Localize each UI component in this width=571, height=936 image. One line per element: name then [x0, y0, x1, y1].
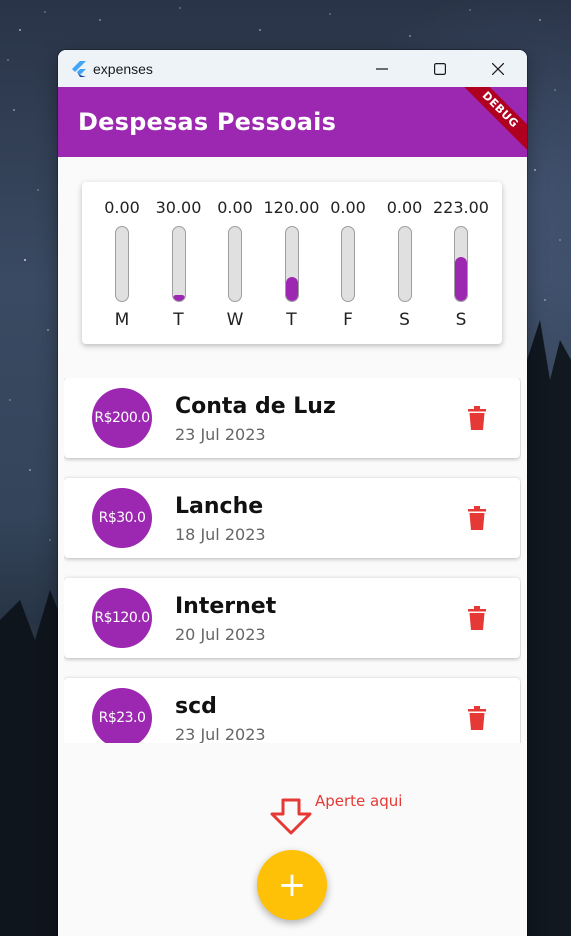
transaction-card: R$23.0 scd 23 Jul 2023: [64, 678, 520, 743]
add-transaction-button[interactable]: +: [257, 850, 327, 920]
chart-bar: [455, 256, 467, 301]
chart-bar-track: [341, 226, 355, 302]
chart-bar-track: [115, 226, 129, 302]
transaction-card: R$200.0 Conta de Luz 23 Jul 2023: [64, 378, 520, 458]
chart-value-label: 0.00: [386, 198, 423, 217]
transaction-title: Lanche: [175, 494, 264, 519]
transaction-value-avatar: R$200.0: [92, 388, 152, 448]
chart-bar-column: 120.00 T: [262, 198, 322, 330]
chart-value-label: 223.00: [433, 198, 489, 217]
chart-value-label: 0.00: [217, 198, 253, 217]
transaction-value-avatar: R$120.0: [92, 588, 152, 648]
chart-bar-column: 30.00 T: [149, 198, 209, 330]
delete-transaction-button[interactable]: [468, 406, 486, 430]
delete-transaction-button[interactable]: [468, 706, 486, 730]
transaction-value-avatar: R$23.0: [92, 688, 152, 743]
transaction-title: Internet: [175, 594, 277, 619]
chart-bar-column: 0.00 W: [205, 198, 265, 330]
chart-bar-column: 0.00 F: [318, 198, 378, 330]
chart-bar-column: 0.00 S: [375, 198, 435, 330]
chart-day-label: T: [286, 310, 297, 330]
transaction-value-avatar: R$30.0: [92, 488, 152, 548]
flutter-logo-icon: [72, 60, 86, 77]
minimize-icon: [376, 67, 388, 70]
close-icon: [492, 62, 504, 75]
chart-bar: [172, 295, 185, 301]
chart-day-label: M: [114, 310, 130, 330]
window-titlebar: expenses: [58, 50, 527, 87]
close-button[interactable]: [469, 50, 527, 87]
trash-icon: [468, 606, 486, 630]
delete-transaction-button[interactable]: [468, 506, 486, 530]
minimize-button[interactable]: [353, 50, 411, 87]
chart-bar-column: 223.00 S: [431, 198, 491, 330]
transaction-card: R$30.0 Lanche 18 Jul 2023: [64, 478, 520, 558]
weekly-chart-card: 0.00 M 30.00 T 0.00 W 120.00 T 0.00 F 0.00 S 223.00 S: [82, 182, 502, 344]
chart-value-label: 0.00: [330, 198, 366, 217]
chart-value-label: 30.00: [155, 198, 202, 217]
chart-day-label: F: [343, 310, 353, 330]
chart-bar: [285, 277, 298, 301]
chart-day-label: S: [455, 310, 467, 330]
chart-bar-track: [228, 226, 242, 302]
chart-day-label: S: [399, 310, 410, 330]
trash-icon: [468, 506, 486, 530]
chart-bar-column: 0.00 M: [92, 198, 152, 330]
app-bar: Despesas Pessoais DEBUG: [58, 87, 527, 157]
annotation-label: Aperte aqui: [315, 792, 403, 810]
trash-icon: [468, 406, 486, 430]
chart-day-label: T: [173, 310, 184, 330]
transaction-date: 18 Jul 2023: [175, 525, 266, 544]
chart-day-label: W: [226, 310, 244, 330]
window-title: expenses: [93, 60, 153, 77]
chart-bar-track: [171, 226, 186, 302]
chart-value-label: 120.00: [263, 198, 320, 217]
maximize-button[interactable]: [411, 50, 469, 87]
app-window: expenses Despesas Pessoais DEBUG 0.00 M 30…: [58, 50, 527, 936]
transaction-title: scd: [175, 694, 217, 719]
down-arrow-icon: [270, 798, 312, 835]
trash-icon: [468, 706, 486, 730]
transaction-date: 23 Jul 2023: [175, 725, 266, 743]
chart-bar-track: [284, 226, 299, 302]
debug-banner: DEBUG: [454, 87, 527, 156]
transaction-date: 23 Jul 2023: [175, 425, 266, 444]
delete-transaction-button[interactable]: [468, 606, 486, 630]
transaction-title: Conta de Luz: [175, 394, 336, 419]
chart-bar-track: [397, 226, 412, 302]
chart-value-label: 0.00: [104, 198, 140, 217]
maximize-icon: [434, 62, 446, 75]
transaction-card: R$120.0 Internet 20 Jul 2023: [64, 578, 520, 658]
chart-bar-track: [454, 226, 468, 302]
transaction-date: 20 Jul 2023: [175, 625, 266, 644]
transaction-list[interactable]: R$200.0 Conta de Luz 23 Jul 2023 R$30.0 Lanc…: [64, 378, 521, 743]
page-title: Despesas Pessoais: [78, 108, 337, 136]
